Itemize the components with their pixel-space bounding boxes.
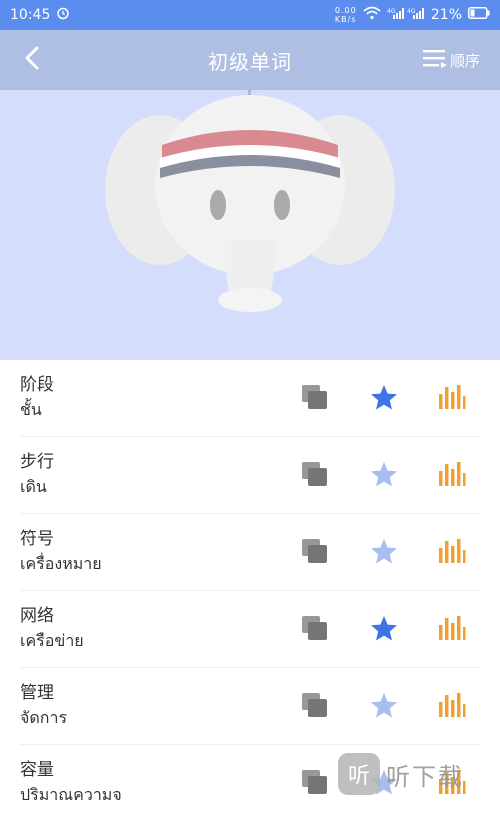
star-icon <box>370 538 398 569</box>
word-chinese: 阶段 <box>20 375 54 395</box>
favorite-button[interactable] <box>369 461 399 491</box>
watermark-text: 听下载 <box>386 762 464 791</box>
copy-button[interactable] <box>300 384 330 414</box>
word-text: 符号 เครื่องหมาย <box>20 528 102 576</box>
copy-icon <box>301 461 329 491</box>
order-label: 顺序 <box>449 51 480 70</box>
word-chinese: 容量 <box>20 760 54 780</box>
watermark-badge: 听 <box>338 753 380 795</box>
status-time: 10:45 <box>10 7 51 23</box>
order-button[interactable]: 顺序 <box>422 46 480 74</box>
word-thai: ปริมาณความจ <box>20 785 122 804</box>
copy-button[interactable] <box>300 769 330 799</box>
word-text: 阶段 ชั้น <box>20 374 54 422</box>
nav-bar: 初级单词 顺序 <box>0 30 500 90</box>
word-row[interactable]: 步行 เดิน <box>20 437 480 514</box>
word-text: 网络 เครือข่าย <box>20 605 84 653</box>
star-icon <box>370 384 398 415</box>
pronunciation-button[interactable] <box>437 384 467 414</box>
word-thai: เครื่องหมาย <box>20 554 102 573</box>
pronunciation-button[interactable] <box>437 538 467 568</box>
copy-button[interactable] <box>300 538 330 568</box>
row-actions <box>290 461 480 489</box>
sound-bars-icon <box>438 538 466 568</box>
copy-icon <box>301 615 329 645</box>
svg-text:4G: 4G <box>387 8 396 15</box>
battery-percent: 21% <box>430 7 462 23</box>
status-bar: 10:45 0.00 KB/s 4G 4G 21% <box>0 0 500 30</box>
row-actions <box>290 538 480 566</box>
sound-bars-icon <box>438 384 466 414</box>
star-icon <box>370 615 398 646</box>
copy-button[interactable] <box>300 692 330 722</box>
copy-icon <box>301 384 329 414</box>
page-title: 初级单词 <box>208 49 292 74</box>
alarm-clock-icon <box>56 6 70 24</box>
pronunciation-button[interactable] <box>437 461 467 491</box>
sound-bars-icon <box>438 692 466 722</box>
copy-icon <box>301 692 329 722</box>
back-button[interactable] <box>14 42 50 78</box>
word-row[interactable]: 网络 เครือข่าย <box>20 591 480 668</box>
copy-button[interactable] <box>300 615 330 645</box>
word-thai: เดิน <box>20 477 47 496</box>
sound-bars-icon <box>438 615 466 645</box>
word-row[interactable]: 阶段 ชั้น <box>20 360 480 437</box>
star-icon <box>370 692 398 723</box>
elephant-mascot-illustration <box>105 90 395 312</box>
favorite-button[interactable] <box>369 384 399 414</box>
word-thai: จัดการ <box>20 708 68 727</box>
word-row[interactable]: 管理 จัดการ <box>20 668 480 745</box>
word-chinese: 管理 <box>20 683 54 703</box>
pronunciation-button[interactable] <box>437 692 467 722</box>
copy-icon <box>301 538 329 568</box>
copy-icon <box>301 769 329 799</box>
sound-bars-icon <box>438 461 466 491</box>
word-thai: เครือข่าย <box>20 631 84 650</box>
copy-button[interactable] <box>300 461 330 491</box>
network-speed: 0.00 KB/s <box>334 6 357 24</box>
word-chinese: 步行 <box>20 452 54 472</box>
word-chinese: 网络 <box>20 606 54 626</box>
battery-icon <box>468 7 490 23</box>
hero-banner <box>0 90 500 360</box>
pronunciation-button[interactable] <box>437 615 467 645</box>
favorite-button[interactable] <box>369 692 399 722</box>
word-text: 管理 จัดการ <box>20 682 67 730</box>
row-actions <box>290 384 480 412</box>
signal-icon: 4G 4G <box>387 6 425 24</box>
favorite-button[interactable] <box>369 615 399 645</box>
word-row[interactable]: 符号 เครื่องหมาย <box>20 514 480 591</box>
watermark: 听 听下载 <box>338 748 500 800</box>
svg-text:4G: 4G <box>407 8 416 15</box>
word-chinese: 符号 <box>20 529 54 549</box>
chevron-left-icon <box>22 45 42 75</box>
star-icon <box>370 461 398 492</box>
word-text: 步行 เดิน <box>20 451 54 499</box>
sort-list-icon <box>422 47 448 73</box>
wifi-icon <box>363 6 381 24</box>
row-actions <box>290 615 480 643</box>
word-thai: ชั้น <box>20 400 42 419</box>
row-actions <box>290 692 480 720</box>
favorite-button[interactable] <box>369 538 399 568</box>
